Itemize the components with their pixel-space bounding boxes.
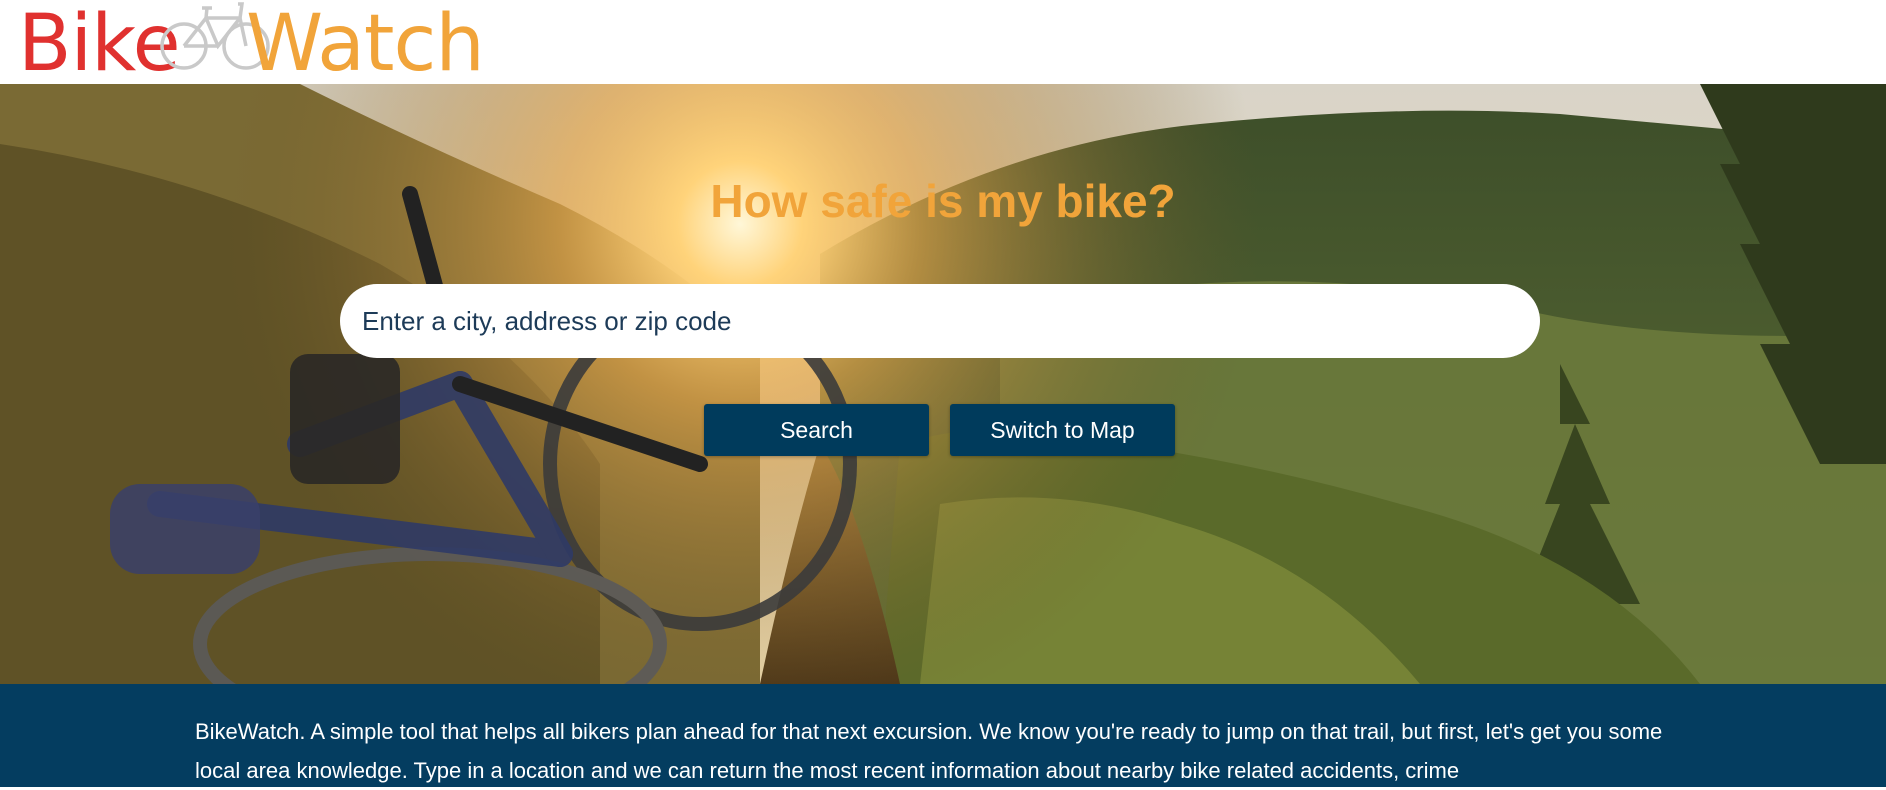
hero-section: How safe is my bike? Search Switch to Ma…: [0, 84, 1886, 684]
site-header: Bike Watch: [0, 0, 1886, 89]
info-description: BikeWatch. A simple tool that helps all …: [195, 719, 1663, 783]
search-button[interactable]: Search: [704, 404, 929, 456]
logo-text-bike: Bike: [18, 0, 181, 89]
bikewatch-logo[interactable]: Bike Watch: [18, 0, 488, 89]
location-search-input[interactable]: [340, 284, 1540, 358]
switch-to-map-button[interactable]: Switch to Map: [950, 404, 1175, 456]
info-section: BikeWatch. A simple tool that helps all …: [0, 684, 1886, 787]
logo-text-watch: Watch: [246, 0, 485, 89]
hero-title: How safe is my bike?: [710, 175, 1176, 227]
